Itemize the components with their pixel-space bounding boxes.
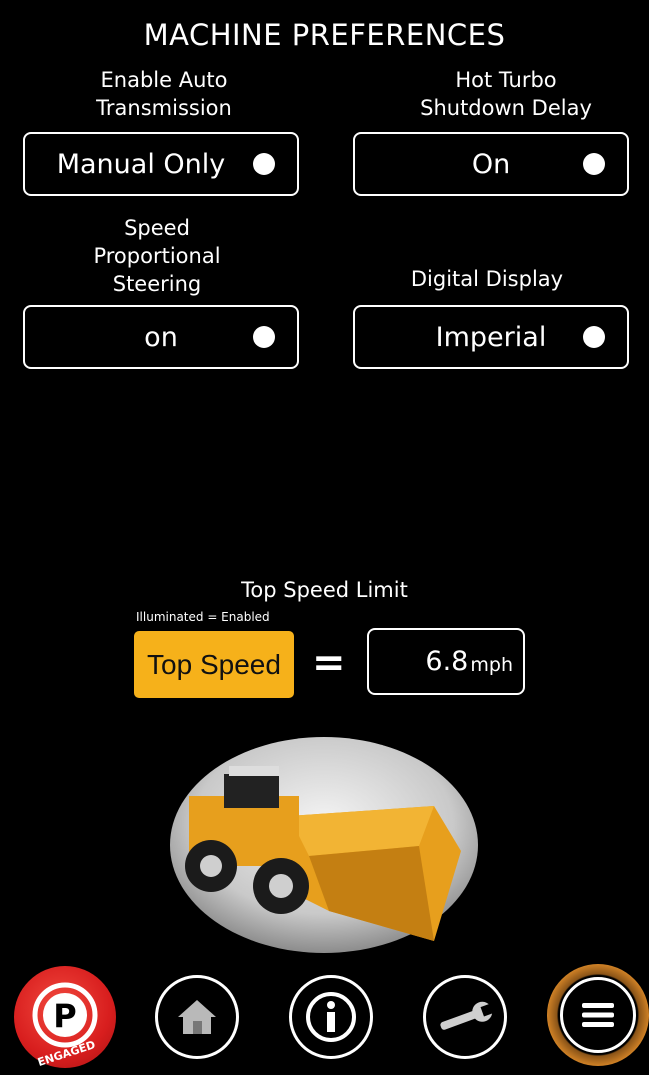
- auto-transmission-value: Manual Only: [56, 148, 226, 180]
- selector-dot-icon: [253, 326, 275, 348]
- auto-transmission-label: Enable Auto Transmission: [24, 66, 304, 122]
- selector-dot-icon: [583, 326, 605, 348]
- equals-sign: =: [312, 640, 346, 686]
- digital-display-label: Digital Display: [347, 265, 627, 293]
- info-button[interactable]: [289, 975, 373, 1059]
- label-line: Hot Turbo: [455, 68, 557, 92]
- menu-button[interactable]: [547, 964, 649, 1066]
- label-line: Steering: [112, 272, 202, 296]
- hot-turbo-label: Hot Turbo Shutdown Delay: [366, 66, 646, 122]
- tools-button[interactable]: [423, 975, 507, 1059]
- top-speed-value-field[interactable]: 6.8 mph: [367, 628, 525, 695]
- label-line: Speed: [124, 216, 190, 240]
- top-speed-hint: Illuminated = Enabled: [136, 610, 270, 624]
- speed-steering-label: Speed Proportional Steering: [17, 214, 297, 298]
- digital-display-selector[interactable]: Imperial: [353, 305, 629, 369]
- top-speed-unit: mph: [470, 653, 513, 676]
- page-title: MACHINE PREFERENCES: [143, 18, 506, 52]
- selector-dot-icon: [253, 153, 275, 175]
- speed-steering-selector[interactable]: on: [23, 305, 299, 369]
- speed-steering-value: on: [144, 321, 178, 353]
- label-line: Digital Display: [410, 267, 564, 291]
- top-speed-value: 6.8: [425, 646, 469, 677]
- menu-button-inner: [560, 977, 636, 1053]
- auto-transmission-selector[interactable]: Manual Only: [23, 132, 299, 196]
- digital-display-value: Imperial: [435, 321, 547, 353]
- top-speed-button[interactable]: Top Speed: [134, 631, 294, 698]
- top-speed-title: Top Speed Limit: [241, 578, 408, 602]
- parking-brake-button[interactable]: P ENGAGED: [14, 966, 116, 1068]
- hot-turbo-value: On: [471, 148, 511, 180]
- wrench-icon: [440, 1001, 496, 1030]
- parking-letter: P: [53, 997, 76, 1035]
- selector-dot-icon: [583, 153, 605, 175]
- parking-brake-icon: P ENGAGED: [32, 982, 98, 1067]
- label-line: Transmission: [96, 96, 232, 120]
- label-line: Proportional: [93, 244, 221, 268]
- home-icon: [178, 1000, 216, 1034]
- hot-turbo-selector[interactable]: On: [353, 132, 629, 196]
- label-line: Enable Auto: [100, 68, 228, 92]
- menu-icon: [582, 1003, 614, 1027]
- machine-image: [170, 737, 478, 953]
- info-icon: [306, 992, 356, 1042]
- label-line: Shutdown Delay: [420, 96, 592, 120]
- home-button[interactable]: [155, 975, 239, 1059]
